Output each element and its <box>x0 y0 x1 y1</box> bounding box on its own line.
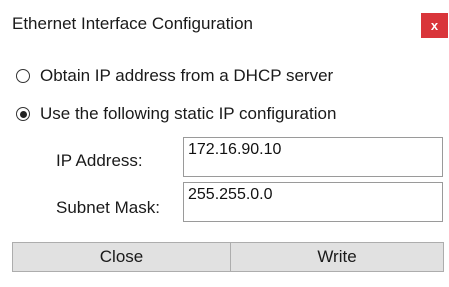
dialog-title: Ethernet Interface Configuration <box>12 14 253 33</box>
ip-address-field[interactable]: 172.16.90.10 <box>183 137 443 177</box>
dhcp-radio[interactable] <box>16 69 30 83</box>
ip-address-label: IP Address: <box>56 151 143 170</box>
static-ip-radio[interactable] <box>16 107 30 121</box>
subnet-mask-field[interactable]: 255.255.0.0 <box>183 182 443 222</box>
subnet-mask-label: Subnet Mask: <box>56 198 160 217</box>
static-ip-option-label: Use the following static IP configuratio… <box>40 104 337 123</box>
ip-address-value: 172.16.90.10 <box>188 141 282 158</box>
radio-selected-dot <box>19 110 27 118</box>
dhcp-option-label: Obtain IP address from a DHCP server <box>40 66 334 85</box>
close-window-button[interactable]: x <box>421 13 448 38</box>
ethernet-config-dialog: Ethernet Interface Configuration x Obtai… <box>0 0 449 287</box>
close-button[interactable]: Close <box>12 242 231 272</box>
dhcp-option[interactable]: Obtain IP address from a DHCP server <box>16 66 333 86</box>
static-ip-option[interactable]: Use the following static IP configuratio… <box>16 104 336 124</box>
subnet-mask-value: 255.255.0.0 <box>188 186 273 203</box>
write-button[interactable]: Write <box>230 242 444 272</box>
close-icon: x <box>430 18 439 33</box>
